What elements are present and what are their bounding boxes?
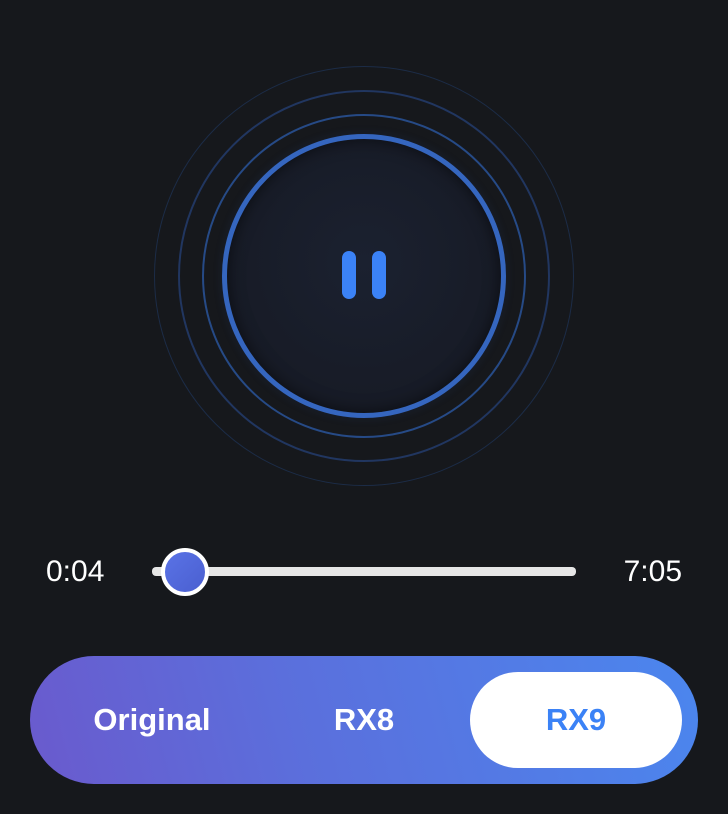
mode-option-original[interactable]: Original <box>46 672 258 768</box>
mode-selector: Original RX8 RX9 <box>30 656 698 784</box>
player-visualizer <box>154 66 574 486</box>
audio-player-screen: 0:04 7:05 Original RX8 RX9 <box>0 0 728 814</box>
progress-track[interactable] <box>152 567 576 576</box>
total-time: 7:05 <box>623 555 682 588</box>
current-time: 0:04 <box>46 555 105 588</box>
progress-thumb[interactable] <box>161 548 210 596</box>
play-pause-button[interactable] <box>222 134 506 418</box>
mode-option-rx8[interactable]: RX8 <box>258 672 470 768</box>
pause-icon <box>341 251 387 301</box>
pause-bar-left <box>342 251 356 299</box>
mode-option-rx9[interactable]: RX9 <box>470 672 682 768</box>
pause-bar-right <box>372 251 386 299</box>
